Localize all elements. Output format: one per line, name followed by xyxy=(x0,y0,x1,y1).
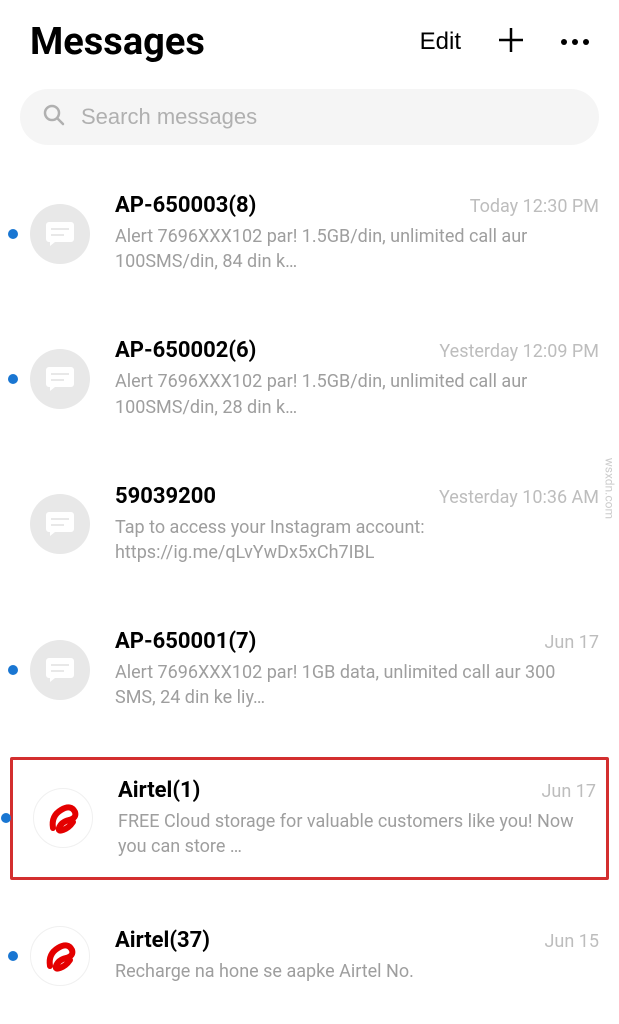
avatar xyxy=(30,494,90,554)
search-input[interactable] xyxy=(81,104,577,130)
sender-name: 59039200 xyxy=(115,484,216,509)
message-icon xyxy=(46,367,74,391)
conversation-header: AP-650001(7) Jun 17 xyxy=(115,629,599,654)
timestamp: Jun 15 xyxy=(545,931,600,952)
more-options-icon[interactable] xyxy=(561,39,589,45)
message-icon xyxy=(46,222,74,246)
timestamp: Today 12:30 PM xyxy=(470,196,599,217)
unread-indicator-icon xyxy=(1,813,11,823)
conversation-content: AP-650001(7) Jun 17 Alert 7696XXX102 par… xyxy=(115,629,599,710)
preview-text: Tap to access your Instagram account: ht… xyxy=(115,515,599,565)
conversation-item[interactable]: Airtel(37) Jun 15 Recharge na hone se aa… xyxy=(20,908,599,1004)
page-title: Messages xyxy=(30,20,205,64)
preview-text: Alert 7696XXX102 par! 1GB data, unlimite… xyxy=(115,660,599,710)
watermark: wsxdn.com xyxy=(602,458,616,519)
unread-indicator-icon xyxy=(8,665,18,675)
preview-text: Alert 7696XXX102 par! 1.5GB/din, unlimit… xyxy=(115,369,599,419)
preview-text: FREE Cloud storage for valuable customer… xyxy=(118,809,596,859)
timestamp: Jun 17 xyxy=(545,632,600,653)
unread-indicator-icon xyxy=(8,374,18,384)
conversation-content: Airtel(37) Jun 15 Recharge na hone se aa… xyxy=(115,928,599,984)
timestamp: Jun 17 xyxy=(542,781,597,802)
conversation-header: AP-650002(6) Yesterday 12:09 PM xyxy=(115,338,599,363)
header: Messages Edit xyxy=(0,0,619,84)
conversation-header: Airtel(1) Jun 17 xyxy=(118,778,596,803)
avatar xyxy=(30,204,90,264)
conversation-content: Airtel(1) Jun 17 FREE Cloud storage for … xyxy=(118,778,596,859)
airtel-logo-icon xyxy=(40,936,80,976)
conversation-list: AP-650003(8) Today 12:30 PM Alert 7696XX… xyxy=(0,175,619,1004)
airtel-logo-icon xyxy=(43,798,83,838)
compose-icon[interactable] xyxy=(496,25,526,59)
header-actions: Edit xyxy=(420,25,589,59)
conversation-content: AP-650002(6) Yesterday 12:09 PM Alert 76… xyxy=(115,338,599,419)
conversation-header: 59039200 Yesterday 10:36 AM xyxy=(115,484,599,509)
sender-name: AP-650002(6) xyxy=(115,338,256,363)
conversation-header: Airtel(37) Jun 15 xyxy=(115,928,599,953)
sender-name: AP-650001(7) xyxy=(115,629,256,654)
timestamp: Yesterday 10:36 AM xyxy=(439,487,599,508)
preview-text: Recharge na hone se aapke Airtel No. xyxy=(115,959,599,984)
sender-name: Airtel(37) xyxy=(115,928,210,953)
avatar-airtel xyxy=(30,926,90,986)
avatar xyxy=(30,349,90,409)
avatar-airtel xyxy=(33,788,93,848)
conversation-item[interactable]: 59039200 Yesterday 10:36 AM Tap to acces… xyxy=(20,466,599,583)
conversation-content: 59039200 Yesterday 10:36 AM Tap to acces… xyxy=(115,484,599,565)
conversation-item-highlighted[interactable]: Airtel(1) Jun 17 FREE Cloud storage for … xyxy=(10,757,609,880)
edit-button[interactable]: Edit xyxy=(420,28,461,56)
search-bar[interactable] xyxy=(20,89,599,145)
sender-name: Airtel(1) xyxy=(118,778,200,803)
search-icon xyxy=(42,103,66,131)
conversation-item[interactable]: AP-650002(6) Yesterday 12:09 PM Alert 76… xyxy=(20,320,599,437)
conversation-header: AP-650003(8) Today 12:30 PM xyxy=(115,193,599,218)
avatar xyxy=(30,640,90,700)
message-icon xyxy=(46,512,74,536)
unread-indicator-icon xyxy=(8,229,18,239)
conversation-item[interactable]: AP-650003(8) Today 12:30 PM Alert 7696XX… xyxy=(20,175,599,292)
unread-indicator-icon xyxy=(8,951,18,961)
sender-name: AP-650003(8) xyxy=(115,193,256,218)
timestamp: Yesterday 12:09 PM xyxy=(439,341,599,362)
preview-text: Alert 7696XXX102 par! 1.5GB/din, unlimit… xyxy=(115,224,599,274)
conversation-content: AP-650003(8) Today 12:30 PM Alert 7696XX… xyxy=(115,193,599,274)
conversation-item[interactable]: AP-650001(7) Jun 17 Alert 7696XXX102 par… xyxy=(20,611,599,728)
message-icon xyxy=(46,658,74,682)
